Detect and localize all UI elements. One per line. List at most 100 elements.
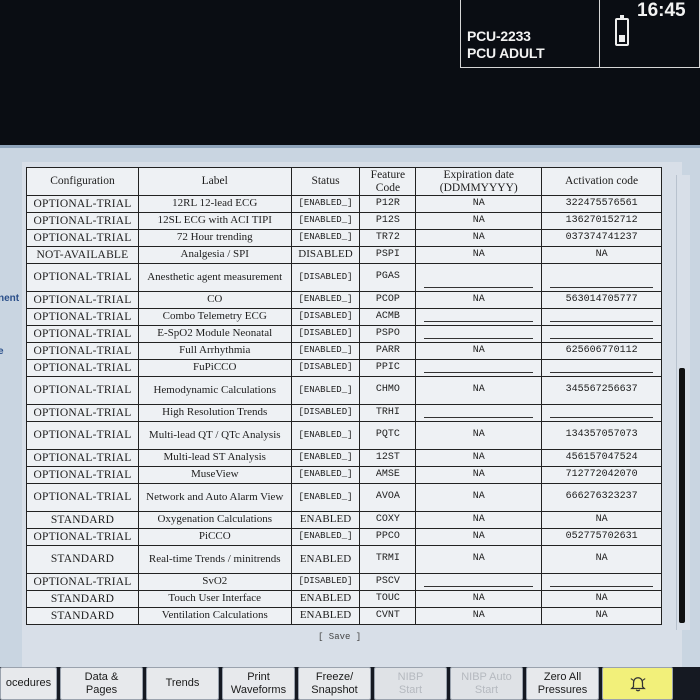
table-row[interactable]: OPTIONAL-TRIAL Combo Telemetry ECG [DISABL… (26, 308, 662, 326)
activation-code-cell[interactable]: NA (541, 607, 662, 625)
table-row[interactable]: OPTIONAL-TRIAL Multi-lead QT / QTc Analys… (26, 421, 662, 450)
status-cell[interactable]: [ENABLED_] (290, 466, 361, 484)
status-cell[interactable]: [ENABLED_] (290, 229, 361, 247)
table-row[interactable]: OPTIONAL-TRIAL Multi-lead ST Analysis [ENA… (26, 449, 662, 467)
table-row[interactable]: OPTIONAL-TRIAL 12RL 12-lead ECG [ENABLED_]… (26, 195, 662, 213)
activation-code-cell[interactable] (541, 359, 662, 377)
status-cell[interactable]: [ENABLED_] (290, 483, 361, 512)
table-row[interactable]: OPTIONAL-TRIAL E-SpO2 Module Neonatal [DIS… (26, 325, 662, 343)
activation-code-cell[interactable]: 625606770112 (541, 342, 662, 360)
activation-code-cell[interactable]: 563014705777 (541, 291, 662, 309)
status-cell[interactable]: [ENABLED_] (290, 212, 361, 230)
activation-code-cell[interactable]: NA (541, 545, 662, 574)
config-cell: OPTIONAL-TRIAL (26, 308, 139, 326)
feature-code-cell: PCOP (359, 291, 417, 309)
bottom-button-bar: ocedures Data & Pages Trends Print Waveform… (0, 667, 700, 700)
activation-code-cell[interactable]: 712772042070 (541, 466, 662, 484)
expiration-cell: NA (415, 229, 543, 247)
status-cell[interactable]: [DISABLED] (290, 263, 361, 292)
activation-code-cell[interactable] (541, 308, 662, 326)
activation-code-cell[interactable]: 134357057073 (541, 421, 662, 450)
activation-code-cell[interactable] (541, 573, 662, 591)
activation-code-cell[interactable]: NA (541, 511, 662, 529)
alarm-silence-button[interactable] (602, 667, 673, 700)
status-cell[interactable]: [DISABLED] (290, 573, 361, 591)
table-row[interactable]: STANDARD Ventilation Calculations ENABLED C… (26, 607, 662, 625)
status-cell[interactable]: [ENABLED_] (290, 421, 361, 450)
activation-code-cell[interactable] (541, 404, 662, 422)
status-cell[interactable]: [ENABLED_] (290, 528, 361, 546)
scrollbar-thumb[interactable] (679, 368, 685, 623)
status-cell[interactable]: ENABLED (290, 590, 361, 608)
activation-code-cell[interactable]: 322475576561 (541, 195, 662, 213)
activation-code-cell[interactable]: 037374741237 (541, 229, 662, 247)
data-pages-button[interactable]: Data & Pages (60, 667, 143, 700)
col-expiration-date: Expiration date (DDMMYYYY) (415, 167, 543, 196)
label-cell: Multi-lead QT / QTc Analysis (137, 421, 292, 450)
status-cell[interactable]: [ENABLED_] (290, 376, 361, 405)
table-header-row: Configuration Label Status Feature Code … (26, 167, 662, 196)
label-cell: High Resolution Trends (137, 404, 292, 422)
label-cell: Oxygenation Calculations (137, 511, 292, 529)
config-cell: OPTIONAL-TRIAL (26, 528, 139, 546)
zero-all-pressures-button[interactable]: Zero All Pressures (526, 667, 599, 700)
table-row[interactable]: OPTIONAL-TRIAL MuseView [ENABLED_] AMSE NA 71… (26, 466, 662, 484)
side-label-2: e (0, 346, 4, 357)
activation-code-cell[interactable]: NA (541, 246, 662, 264)
activation-code-cell[interactable]: NA (541, 590, 662, 608)
feature-code-cell: TR72 (359, 229, 417, 247)
config-cell: OPTIONAL-TRIAL (26, 573, 139, 591)
status-cell[interactable]: ENABLED (290, 511, 361, 529)
activation-code-cell[interactable]: 052775702631 (541, 528, 662, 546)
table-row[interactable]: OPTIONAL-TRIAL High Resolution Trends [DIS… (26, 404, 662, 422)
table-row[interactable]: STANDARD Real-time Trends / minitrends ENA… (26, 545, 662, 574)
table-row[interactable]: NOT-AVAILABLE Analgesia / SPI DISABLED PSPI… (26, 246, 662, 264)
save-button[interactable]: [ Save ] (318, 632, 361, 642)
table-row[interactable]: OPTIONAL-TRIAL FuPiCCO [DISABLED] PPIC (26, 359, 662, 377)
table-row[interactable]: OPTIONAL-TRIAL 72 Hour trending [ENABLED_]… (26, 229, 662, 247)
config-cell: OPTIONAL-TRIAL (26, 376, 139, 405)
status-cell[interactable]: [DISABLED] (290, 404, 361, 422)
freeze-snapshot-button[interactable]: Freeze/ Snapshot (298, 667, 371, 700)
patient-info-box[interactable]: PCU-2233 PCU ADULT 16:45 (460, 0, 700, 68)
activation-code-cell[interactable]: 136270152712 (541, 212, 662, 230)
activation-code-cell[interactable]: 666276323237 (541, 483, 662, 512)
nibp-start-button[interactable]: NIBP Start (374, 667, 447, 700)
status-cell[interactable]: [ENABLED_] (290, 291, 361, 309)
status-cell[interactable]: [DISABLED] (290, 308, 361, 326)
table-row[interactable]: STANDARD Oxygenation Calculations ENABLED C… (26, 511, 662, 529)
table-row[interactable]: OPTIONAL-TRIAL CO [ENABLED_] PCOP NA 56301470… (26, 291, 662, 309)
nibp-auto-start-button[interactable]: NIBP Auto Start (450, 667, 523, 700)
expiration-cell (415, 263, 543, 292)
expiration-cell (415, 404, 543, 422)
table-row[interactable]: OPTIONAL-TRIAL Network and Auto Alarm Vie… (26, 483, 662, 512)
trends-button[interactable]: Trends (146, 667, 219, 700)
table-row[interactable]: OPTIONAL-TRIAL PiCCO [ENABLED_] PPCO NA 05277… (26, 528, 662, 546)
config-cell: OPTIONAL-TRIAL (26, 483, 139, 512)
status-cell[interactable]: DISABLED (290, 246, 361, 264)
feature-code-cell: COXY (359, 511, 417, 529)
status-cell[interactable]: ENABLED (290, 545, 361, 574)
expiration-cell: NA (415, 466, 543, 484)
table-row[interactable]: OPTIONAL-TRIAL Hemodynamic Calculations [E… (26, 376, 662, 405)
activation-code-cell[interactable]: 456157047524 (541, 449, 662, 467)
table-row[interactable]: STANDARD Touch User Interface ENABLED TOUC N… (26, 590, 662, 608)
status-cell[interactable]: [ENABLED_] (290, 342, 361, 360)
feature-code-cell: CHMO (359, 376, 417, 405)
battery-icon (615, 15, 629, 46)
table-row[interactable]: OPTIONAL-TRIAL 12SL ECG with ACI TIPI [ENA… (26, 212, 662, 230)
config-cell: OPTIONAL-TRIAL (26, 325, 139, 343)
activation-code-cell[interactable]: 345567256637 (541, 376, 662, 405)
procedures-button[interactable]: ocedures (0, 667, 57, 700)
table-row[interactable]: OPTIONAL-TRIAL Anesthetic agent measureme… (26, 263, 662, 292)
status-cell[interactable]: ENABLED (290, 607, 361, 625)
print-waveforms-button[interactable]: Print Waveforms (222, 667, 295, 700)
table-row[interactable]: OPTIONAL-TRIAL SvO2 [DISABLED] PSCV (26, 573, 662, 591)
status-cell[interactable]: [ENABLED_] (290, 449, 361, 467)
status-cell[interactable]: [ENABLED_] (290, 195, 361, 213)
status-cell[interactable]: [DISABLED] (290, 359, 361, 377)
status-cell[interactable]: [DISABLED] (290, 325, 361, 343)
activation-code-cell[interactable] (541, 263, 662, 292)
activation-code-cell[interactable] (541, 325, 662, 343)
table-row[interactable]: OPTIONAL-TRIAL Full Arrhythmia [ENABLED_] P… (26, 342, 662, 360)
